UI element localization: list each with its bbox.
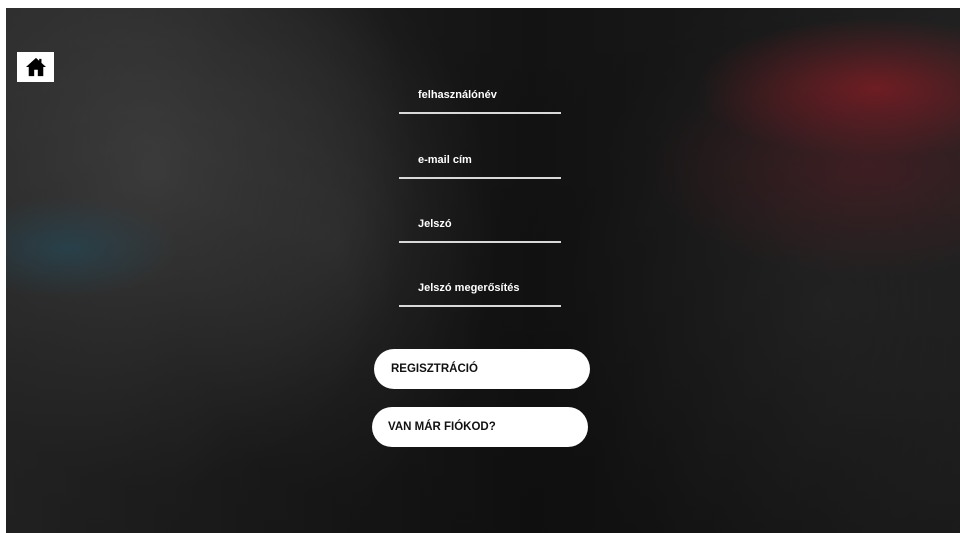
email-input[interactable] bbox=[399, 143, 561, 177]
password-field bbox=[399, 207, 561, 243]
username-field bbox=[399, 78, 561, 114]
have-account-button[interactable]: VAN MÁR FIÓKOD? bbox=[372, 407, 588, 447]
password-confirm-input[interactable] bbox=[399, 271, 561, 305]
username-input[interactable] bbox=[399, 78, 561, 112]
email-field bbox=[399, 143, 561, 179]
registration-form: REGISZTRÁCIÓ VAN MÁR FIÓKOD? bbox=[6, 8, 960, 533]
password-confirm-field bbox=[399, 271, 561, 307]
register-button[interactable]: REGISZTRÁCIÓ bbox=[374, 349, 590, 389]
password-input[interactable] bbox=[399, 207, 561, 241]
background-photo: REGISZTRÁCIÓ VAN MÁR FIÓKOD? bbox=[6, 8, 960, 533]
